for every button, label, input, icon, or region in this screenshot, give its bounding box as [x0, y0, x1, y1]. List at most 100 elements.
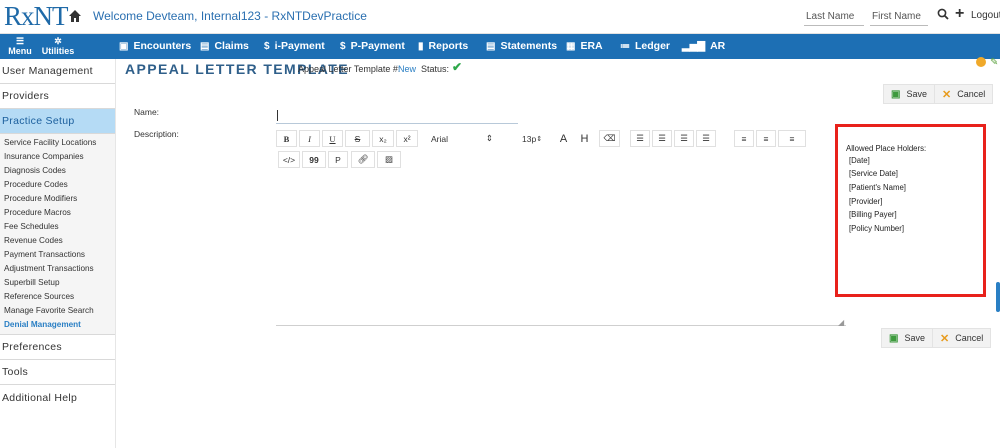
- sidebar-section-practice-setup[interactable]: Practice Setup: [0, 109, 115, 134]
- nav-era[interactable]: ▦ ERA: [566, 40, 603, 52]
- leaf-icon[interactable]: ✎: [990, 57, 1000, 68]
- cancel-button-bottom[interactable]: ✕ Cancel: [932, 328, 992, 348]
- reports-icon: ▮: [418, 40, 424, 52]
- scrollbar[interactable]: [996, 282, 1000, 312]
- sidebar-section-providers[interactable]: Providers: [0, 84, 115, 109]
- utilities-button[interactable]: ✲ Utilities: [38, 36, 78, 56]
- save-button-top[interactable]: ▣ Save: [883, 84, 935, 104]
- nav-ar[interactable]: ▂▅▇ AR: [682, 40, 725, 52]
- nav-encounters[interactable]: ▣ Encounters: [119, 40, 191, 52]
- nav-ledger-label: Ledger: [635, 40, 671, 52]
- nav-statements[interactable]: ▤ Statements: [486, 40, 557, 52]
- allowed-placeholders-panel: Allowed Place Holders: [Date] [Service D…: [835, 124, 986, 297]
- font-color-button[interactable]: A: [554, 130, 573, 147]
- rxnt-logo[interactable]: RxNT: [4, 1, 68, 32]
- sidebar-item-revenue-codes[interactable]: Revenue Codes: [0, 234, 115, 248]
- placeholder-item: [Provider]: [849, 197, 883, 206]
- help-icon[interactable]: [976, 57, 986, 67]
- outdent-icon[interactable]: ☰: [696, 130, 716, 147]
- era-icon: ▦: [566, 40, 576, 52]
- cancel-icon: ✕: [940, 332, 950, 345]
- nav-statements-label: Statements: [500, 40, 558, 52]
- nav-claims[interactable]: ▤ Claims: [200, 40, 249, 52]
- nav-reports[interactable]: ▮ Reports: [418, 40, 468, 52]
- top-header: RxNT Welcome Devteam, Internal123 - RxNT…: [0, 0, 1000, 34]
- dollar-icon: $: [264, 40, 270, 52]
- add-icon[interactable]: +: [955, 5, 964, 23]
- cancel-label: Cancel: [957, 89, 986, 99]
- sidebar-section-additional-help[interactable]: Additional Help: [0, 385, 115, 410]
- description-label: Description:: [134, 129, 179, 139]
- menu-button[interactable]: ☰ Menu: [0, 36, 40, 56]
- nav-ledger[interactable]: ≔ Ledger: [620, 40, 670, 52]
- align-right-icon[interactable]: ≡: [778, 130, 806, 147]
- sidebar-item-diagnosis-codes[interactable]: Diagnosis Codes: [0, 164, 115, 178]
- font-family-select[interactable]: Arial ⇕: [428, 130, 496, 147]
- sidebar-section-tools[interactable]: Tools: [0, 360, 115, 385]
- cancel-icon: ✕: [942, 88, 952, 101]
- sidebar-item-procedure-codes[interactable]: Procedure Codes: [0, 178, 115, 192]
- align-center-icon[interactable]: ≡: [756, 130, 776, 147]
- nav-i-payment[interactable]: $ i-Payment: [264, 40, 325, 52]
- eraser-icon[interactable]: ⌫: [599, 130, 620, 147]
- sidebar-item-procedure-macros[interactable]: Procedure Macros: [0, 206, 115, 220]
- sidebar-item-fee-schedules[interactable]: Fee Schedules: [0, 220, 115, 234]
- select-arrows-icon: ⇕: [485, 133, 493, 143]
- search-icon[interactable]: [937, 8, 949, 20]
- nav-i-payment-label: i-Payment: [274, 40, 325, 52]
- utilities-label: Utilities: [41, 46, 75, 56]
- font-size-select[interactable]: 13p ⇕: [519, 130, 544, 147]
- check-icon: ✔: [452, 60, 463, 74]
- practice-setup-list: Service Facility Locations Insurance Com…: [0, 134, 115, 335]
- sidebar-item-payment-transactions[interactable]: Payment Transactions: [0, 248, 115, 262]
- strikethrough-button[interactable]: S: [345, 130, 370, 147]
- superscript-button[interactable]: x²: [396, 130, 418, 147]
- sidebar-item-service-facility-locations[interactable]: Service Facility Locations: [0, 136, 115, 150]
- nav-claims-label: Claims: [214, 40, 249, 52]
- cancel-button-top[interactable]: ✕ Cancel: [934, 84, 994, 104]
- last-name-input[interactable]: [804, 8, 864, 26]
- name-input[interactable]: [276, 108, 518, 124]
- resize-handle-icon[interactable]: ◢: [838, 318, 844, 327]
- sidebar-section-user-management[interactable]: User Management: [0, 59, 115, 84]
- indent-icon[interactable]: ☰: [674, 130, 694, 147]
- placeholder-item: [Patient's Name]: [849, 183, 906, 192]
- nav-p-payment-label: P-Payment: [350, 40, 405, 52]
- bar-chart-icon: ▂▅▇: [682, 40, 706, 52]
- welcome-text: Welcome Devteam, Internal123 - RxNTDevPr…: [93, 9, 367, 23]
- placeholder-item: [Policy Number]: [849, 224, 905, 233]
- template-number-value: New: [398, 64, 417, 74]
- ordered-list-icon[interactable]: ☰: [630, 130, 650, 147]
- subscript-button[interactable]: x₂: [372, 130, 394, 147]
- quote-button[interactable]: 99: [302, 151, 326, 168]
- sidebar-item-superbill-setup[interactable]: Superbill Setup: [0, 276, 115, 290]
- save-button-bottom[interactable]: ▣ Save: [881, 328, 933, 348]
- sidebar-item-insurance-companies[interactable]: Insurance Companies: [0, 150, 115, 164]
- menu-label: Menu: [8, 46, 32, 56]
- sidebar-item-manage-favorite-search[interactable]: Manage Favorite Search: [0, 304, 115, 318]
- link-icon[interactable]: 🔗︎: [351, 151, 375, 168]
- align-left-icon[interactable]: ≡: [734, 130, 754, 147]
- encounters-icon: ▣: [119, 40, 129, 52]
- code-button[interactable]: </>: [278, 151, 300, 168]
- image-icon[interactable]: ▨: [377, 151, 401, 168]
- name-label: Name:: [134, 107, 160, 117]
- nav-p-payment[interactable]: $ P-Payment: [340, 40, 405, 52]
- home-icon[interactable]: [68, 9, 82, 23]
- unordered-list-icon[interactable]: ☰: [652, 130, 672, 147]
- placeholder-item: [Date]: [849, 156, 870, 165]
- logout-link[interactable]: Logout: [971, 10, 1000, 21]
- italic-button[interactable]: I: [299, 130, 320, 147]
- sidebar-section-preferences[interactable]: Preferences: [0, 335, 115, 360]
- paragraph-button[interactable]: P: [328, 151, 348, 168]
- sidebar-item-reference-sources[interactable]: Reference Sources: [0, 290, 115, 304]
- hamburger-icon: ☰: [15, 36, 25, 46]
- bold-button[interactable]: B: [276, 130, 297, 147]
- highlight-button[interactable]: H: [575, 130, 594, 147]
- sidebar-item-adjustment-transactions[interactable]: Adjustment Transactions: [0, 262, 115, 276]
- sidebar-item-procedure-modifiers[interactable]: Procedure Modifiers: [0, 192, 115, 206]
- sidebar-item-denial-management[interactable]: Denial Management: [0, 318, 115, 332]
- text-caret: [277, 110, 278, 121]
- first-name-input[interactable]: [870, 8, 928, 26]
- underline-button[interactable]: U: [322, 130, 343, 147]
